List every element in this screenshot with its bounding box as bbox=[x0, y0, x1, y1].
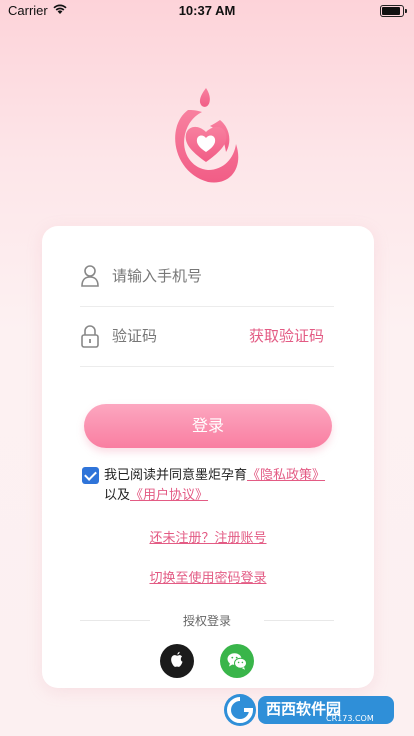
code-input[interactable]: 验证码 bbox=[112, 325, 157, 346]
user-icon bbox=[80, 264, 100, 288]
lock-icon bbox=[80, 324, 100, 348]
agreement-prefix: 我已阅读并同意墨炬孕育 bbox=[104, 468, 248, 483]
password-login-link[interactable]: 切换至使用密码登录 bbox=[42, 567, 374, 586]
privacy-policy-link[interactable]: 《隐私政策》 bbox=[247, 468, 325, 483]
status-bar: Carrier 10:37 AM bbox=[0, 0, 414, 22]
code-row[interactable]: 验证码 获取验证码 bbox=[80, 306, 334, 367]
apple-icon bbox=[171, 651, 183, 667]
watermark-logo: 西西软件园 CR173.COM bbox=[222, 690, 396, 730]
phone-input[interactable]: 请输入手机号 bbox=[112, 265, 202, 286]
get-code-button[interactable]: 获取验证码 bbox=[249, 325, 324, 346]
battery-icon bbox=[380, 5, 407, 17]
login-button[interactable]: 登录 bbox=[84, 404, 332, 448]
app-logo bbox=[170, 86, 244, 186]
wechat-login-button[interactable] bbox=[220, 644, 254, 678]
watermark-domain: CR173.COM bbox=[326, 714, 374, 723]
agreement-connector: 以及 bbox=[104, 488, 131, 503]
auth-divider: 授权登录 bbox=[80, 612, 334, 628]
wechat-icon bbox=[227, 653, 247, 670]
login-card: 请输入手机号 验证码 获取验证码 登录 我已阅读并同意墨炬孕育《隐私政策》 以及… bbox=[42, 226, 374, 688]
register-link[interactable]: 还未注册？注册账号 bbox=[42, 527, 374, 546]
apple-login-button[interactable] bbox=[160, 644, 194, 678]
agreement-checkbox[interactable] bbox=[82, 467, 99, 484]
user-agreement-link[interactable]: 《用户协议》 bbox=[130, 488, 208, 503]
divider-right bbox=[264, 620, 334, 621]
clock: 10:37 AM bbox=[178, 3, 236, 18]
phone-row[interactable]: 请输入手机号 bbox=[80, 246, 334, 307]
